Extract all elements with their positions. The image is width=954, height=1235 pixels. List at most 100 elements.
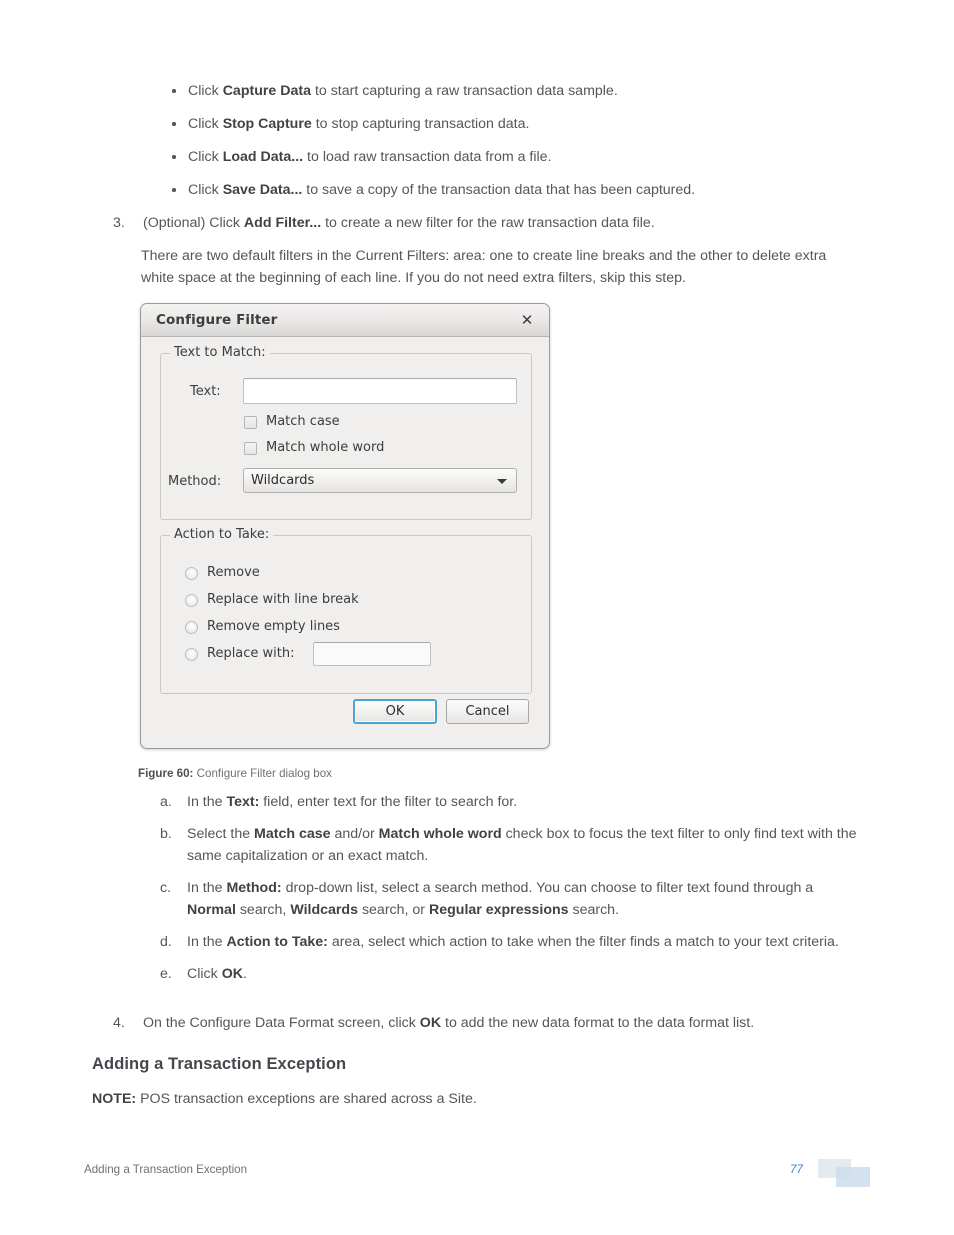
radio-remove-label: Remove [207, 565, 260, 580]
step4-bold: OK [419, 1015, 442, 1031]
substep-text: Select the [187, 826, 255, 842]
step4-suffix: to add the new data format to the data f… [441, 1015, 755, 1031]
figure-caption-text: Configure Filter dialog box [193, 767, 332, 780]
radio-replace-line-break[interactable] [185, 594, 198, 607]
page-title: Adding a Transaction Exception [92, 1055, 347, 1073]
substep-text: drop-down list, select a search method. … [281, 880, 814, 896]
match-case-label: Match case [266, 414, 340, 429]
substep-bold: OK [221, 966, 243, 982]
substep-bold: Match case [254, 826, 331, 842]
step3-prefix: (Optional) Click [143, 215, 244, 231]
substep-body: Select the Match case and/or Match whole… [187, 823, 860, 867]
substep-letter: a. [160, 794, 172, 810]
bullet-dot-icon [172, 122, 176, 126]
bullet-text-bold: Capture Data [222, 83, 311, 99]
method-label: Method: [168, 474, 222, 489]
step-body: On the Configure Data Format screen, cli… [143, 1012, 853, 1034]
ok-button[interactable]: OK [353, 699, 437, 724]
match-whole-word-label: Match whole word [266, 440, 385, 455]
close-icon[interactable]: ✕ [517, 310, 537, 330]
list-item: Click Load Data... to load raw transacti… [168, 146, 868, 168]
match-case-checkbox[interactable] [244, 416, 257, 429]
list-item: Click Save Data... to save a copy of the… [168, 179, 868, 201]
note-label: NOTE: [92, 1091, 137, 1107]
radio-remove-empty-lines[interactable] [185, 621, 198, 634]
substep-a: a. In the Text: field, enter text for th… [160, 791, 860, 813]
bullet-dot-icon [172, 155, 176, 159]
substep-letter: d. [160, 934, 172, 950]
substep-bold: Text: [226, 794, 260, 810]
numbered-step-4: 4. On the Configure Data Format screen, … [113, 1012, 853, 1034]
list-item: Click Capture Data to start capturing a … [168, 80, 868, 102]
cancel-button[interactable]: Cancel [446, 699, 529, 724]
method-dropdown[interactable]: Wildcards [243, 468, 517, 493]
substep-text: In the [187, 794, 227, 810]
bullet-text-bold: Save Data... [222, 182, 303, 198]
substep-text: search, or [358, 902, 429, 918]
dialog-title: Configure Filter [156, 312, 278, 328]
step3-paragraph: There are two default filters in the Cur… [141, 248, 827, 286]
bullet-text-prefix: Click [188, 116, 223, 132]
bullet-dot-icon [172, 188, 176, 192]
logo-square-bottom [836, 1167, 870, 1187]
chevron-down-icon [497, 479, 507, 484]
radio-remove-empty-lines-label: Remove empty lines [207, 619, 340, 634]
substep-list: a. In the Text: field, enter text for th… [160, 791, 860, 995]
method-selected-value: Wildcards [251, 473, 315, 488]
step-number: 4. [113, 1015, 125, 1031]
action-to-take-legend: Action to Take: [170, 527, 274, 542]
text-field-label: Text: [190, 384, 221, 399]
substep-bold: Wildcards [290, 902, 358, 918]
match-whole-word-checkbox[interactable] [244, 442, 257, 455]
page-number: 77 [790, 1163, 803, 1176]
substep-letter: e. [160, 966, 172, 982]
substep-text: . [242, 966, 247, 982]
substep-body: In the Method: drop-down list, select a … [187, 877, 860, 921]
substep-text: search, [235, 902, 291, 918]
bullet-text-prefix: Click [188, 149, 223, 165]
text-to-match-legend: Text to Match: [170, 345, 270, 360]
brand-logo-icon [818, 1159, 870, 1187]
radio-replace-with[interactable] [185, 648, 198, 661]
step-number: 3. [113, 215, 125, 231]
numbered-step-3: 3. (Optional) Click Add Filter... to cre… [113, 212, 863, 234]
substep-e: e. Click OK. [160, 963, 860, 985]
substep-text: field, enter text for the filter to sear… [259, 794, 518, 810]
step-body: (Optional) Click Add Filter... to create… [143, 212, 863, 234]
substep-bold: Normal [187, 902, 236, 918]
bullet-text-suffix: to stop capturing transaction data. [311, 116, 530, 132]
note-text: NOTE: POS transaction exceptions are sha… [92, 1091, 477, 1107]
bullet-list: Click Capture Data to start capturing a … [168, 80, 868, 212]
substep-body: Click OK. [187, 963, 860, 985]
footer-section-title: Adding a Transaction Exception [84, 1163, 248, 1176]
substep-letter: b. [160, 826, 172, 842]
bullet-text-prefix: Click [188, 83, 223, 99]
bullet-text-suffix: to save a copy of the transaction data t… [302, 182, 696, 198]
substep-text: Click [187, 966, 222, 982]
figure-caption: Figure 60: Configure Filter dialog box [138, 767, 332, 780]
ok-button-label: OK [385, 704, 405, 719]
replace-with-input[interactable] [313, 642, 431, 666]
substep-body: In the Text: field, enter text for the f… [187, 791, 860, 813]
step3-suffix: to create a new filter for the raw trans… [321, 215, 655, 231]
substep-c: c. In the Method: drop-down list, select… [160, 877, 860, 921]
dialog-title-bar: Configure Filter ✕ [141, 304, 549, 337]
bullet-text-bold: Stop Capture [222, 116, 312, 132]
bullet-text-suffix: to load raw transaction data from a file… [303, 149, 552, 165]
substep-bold: Regular expressions [428, 902, 569, 918]
substep-text: search. [568, 902, 620, 918]
bullet-dot-icon [172, 89, 176, 93]
step4-prefix: On the Configure Data Format screen, cli… [143, 1015, 420, 1031]
action-to-take-group: Action to Take: Remove Replace with line… [160, 527, 532, 694]
step3-bold: Add Filter... [243, 215, 322, 231]
radio-replace-line-break-label: Replace with line break [207, 592, 359, 607]
substep-d: d. In the Action to Take: area, select w… [160, 931, 860, 953]
substep-text: In the [187, 880, 227, 896]
radio-replace-with-label: Replace with: [207, 646, 295, 661]
text-input[interactable] [243, 378, 517, 404]
list-item: Click Stop Capture to stop capturing tra… [168, 113, 868, 135]
substep-text: area, select which action to take when t… [327, 934, 839, 950]
radio-remove[interactable] [185, 567, 198, 580]
bullet-text-suffix: to start capturing a raw transaction dat… [311, 83, 618, 99]
text-to-match-group: Text to Match: Text: Match case Match wh… [160, 345, 532, 520]
